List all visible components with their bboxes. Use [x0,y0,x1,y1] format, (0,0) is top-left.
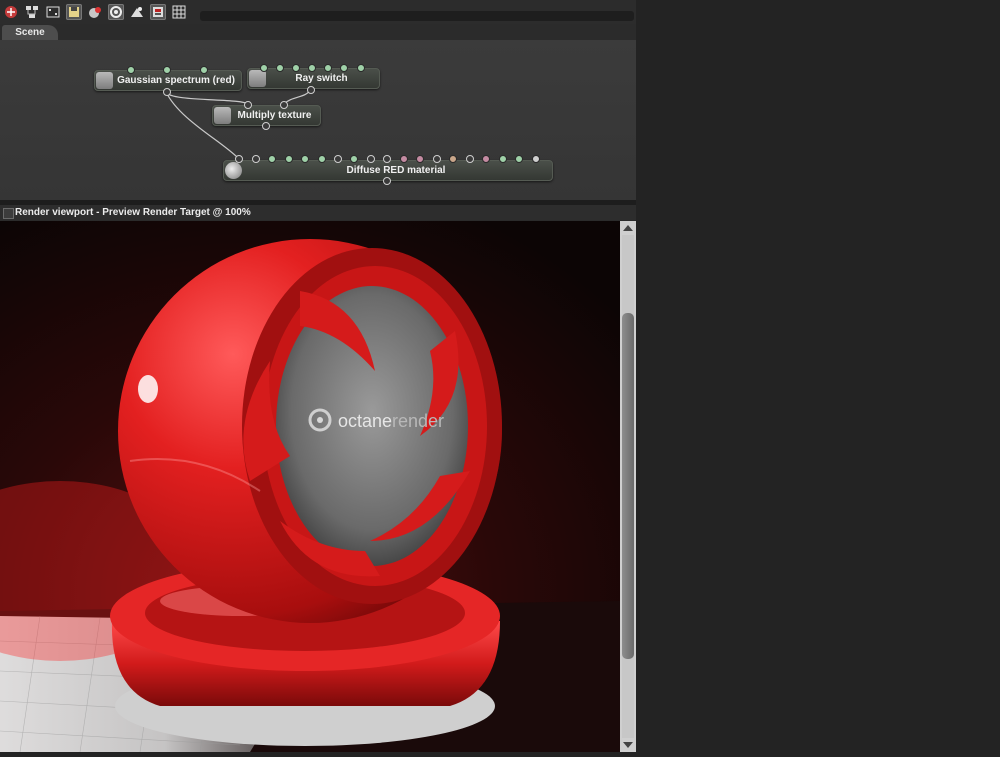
input-pin[interactable] [163,66,171,74]
toolbar [0,0,636,24]
input-pin[interactable] [127,66,135,74]
input-pin[interactable] [318,155,326,163]
environment-icon[interactable] [129,4,145,20]
input-pin[interactable] [268,155,276,163]
logo-text-octane: octane [338,411,392,431]
input-pin[interactable] [532,155,540,163]
input-pin[interactable] [260,64,268,72]
input-pin[interactable] [449,155,457,163]
kernel-icon[interactable] [108,4,124,20]
logo-text-render: render [392,411,444,431]
input-pin[interactable] [466,155,474,163]
render-image: octane render [0,221,620,752]
texture-node-icon [249,70,266,87]
input-pin[interactable] [350,155,358,163]
render-viewport[interactable]: octane render [0,221,620,752]
render-viewport-title: Render viewport - Preview Render Target … [15,207,251,218]
input-pin[interactable] [276,64,284,72]
output-pin[interactable] [163,88,171,96]
input-pin[interactable] [200,66,208,74]
settings-icon[interactable] [150,4,166,20]
viewport-toggle-checkbox[interactable] [3,208,14,219]
input-pin[interactable] [416,155,424,163]
input-pin[interactable] [499,155,507,163]
input-pin[interactable] [280,101,288,109]
scroll-down-arrow-icon[interactable] [620,738,636,752]
output-pin[interactable] [262,122,270,130]
input-pin[interactable] [400,155,408,163]
tab-scene[interactable]: Scene [2,25,58,40]
render-icon[interactable] [3,4,19,20]
grid-icon[interactable] [171,4,187,20]
texture-node-icon [96,72,113,89]
input-pin[interactable] [367,155,375,163]
input-pin[interactable] [324,64,332,72]
toolbar-track [200,11,634,21]
octane-app: Scene Gaussian spectrum (red) Ray switch [0,0,636,752]
viewport-vertical-scrollbar[interactable] [620,221,636,752]
input-pin[interactable] [383,155,391,163]
input-pin[interactable] [340,64,348,72]
input-pin[interactable] [482,155,490,163]
input-pin[interactable] [285,155,293,163]
input-pin[interactable] [334,155,342,163]
input-pin[interactable] [252,155,260,163]
output-pin[interactable] [383,177,391,185]
scrollbar-thumb[interactable] [622,313,634,659]
output-pin[interactable] [307,86,315,94]
node-graph-editor[interactable]: Gaussian spectrum (red) Ray switch Multi… [0,40,636,200]
input-pin[interactable] [292,64,300,72]
tab-bar: Scene [0,24,636,41]
material-icon[interactable] [87,4,103,20]
input-pin[interactable] [357,64,365,72]
input-pin[interactable] [301,155,309,163]
input-pin[interactable] [244,101,252,109]
input-pin[interactable] [515,155,523,163]
texture-node-icon [214,107,231,124]
input-pin[interactable] [235,155,243,163]
node-graph-icon[interactable] [24,4,40,20]
render-viewport-header: Render viewport - Preview Render Target … [0,205,636,220]
empty-workspace-area [636,0,1000,752]
material-node-icon [225,162,242,179]
input-pin[interactable] [433,155,441,163]
input-pin[interactable] [308,64,316,72]
save-icon[interactable] [66,4,82,20]
scroll-up-arrow-icon[interactable] [620,221,636,235]
camera-icon[interactable] [45,4,61,20]
